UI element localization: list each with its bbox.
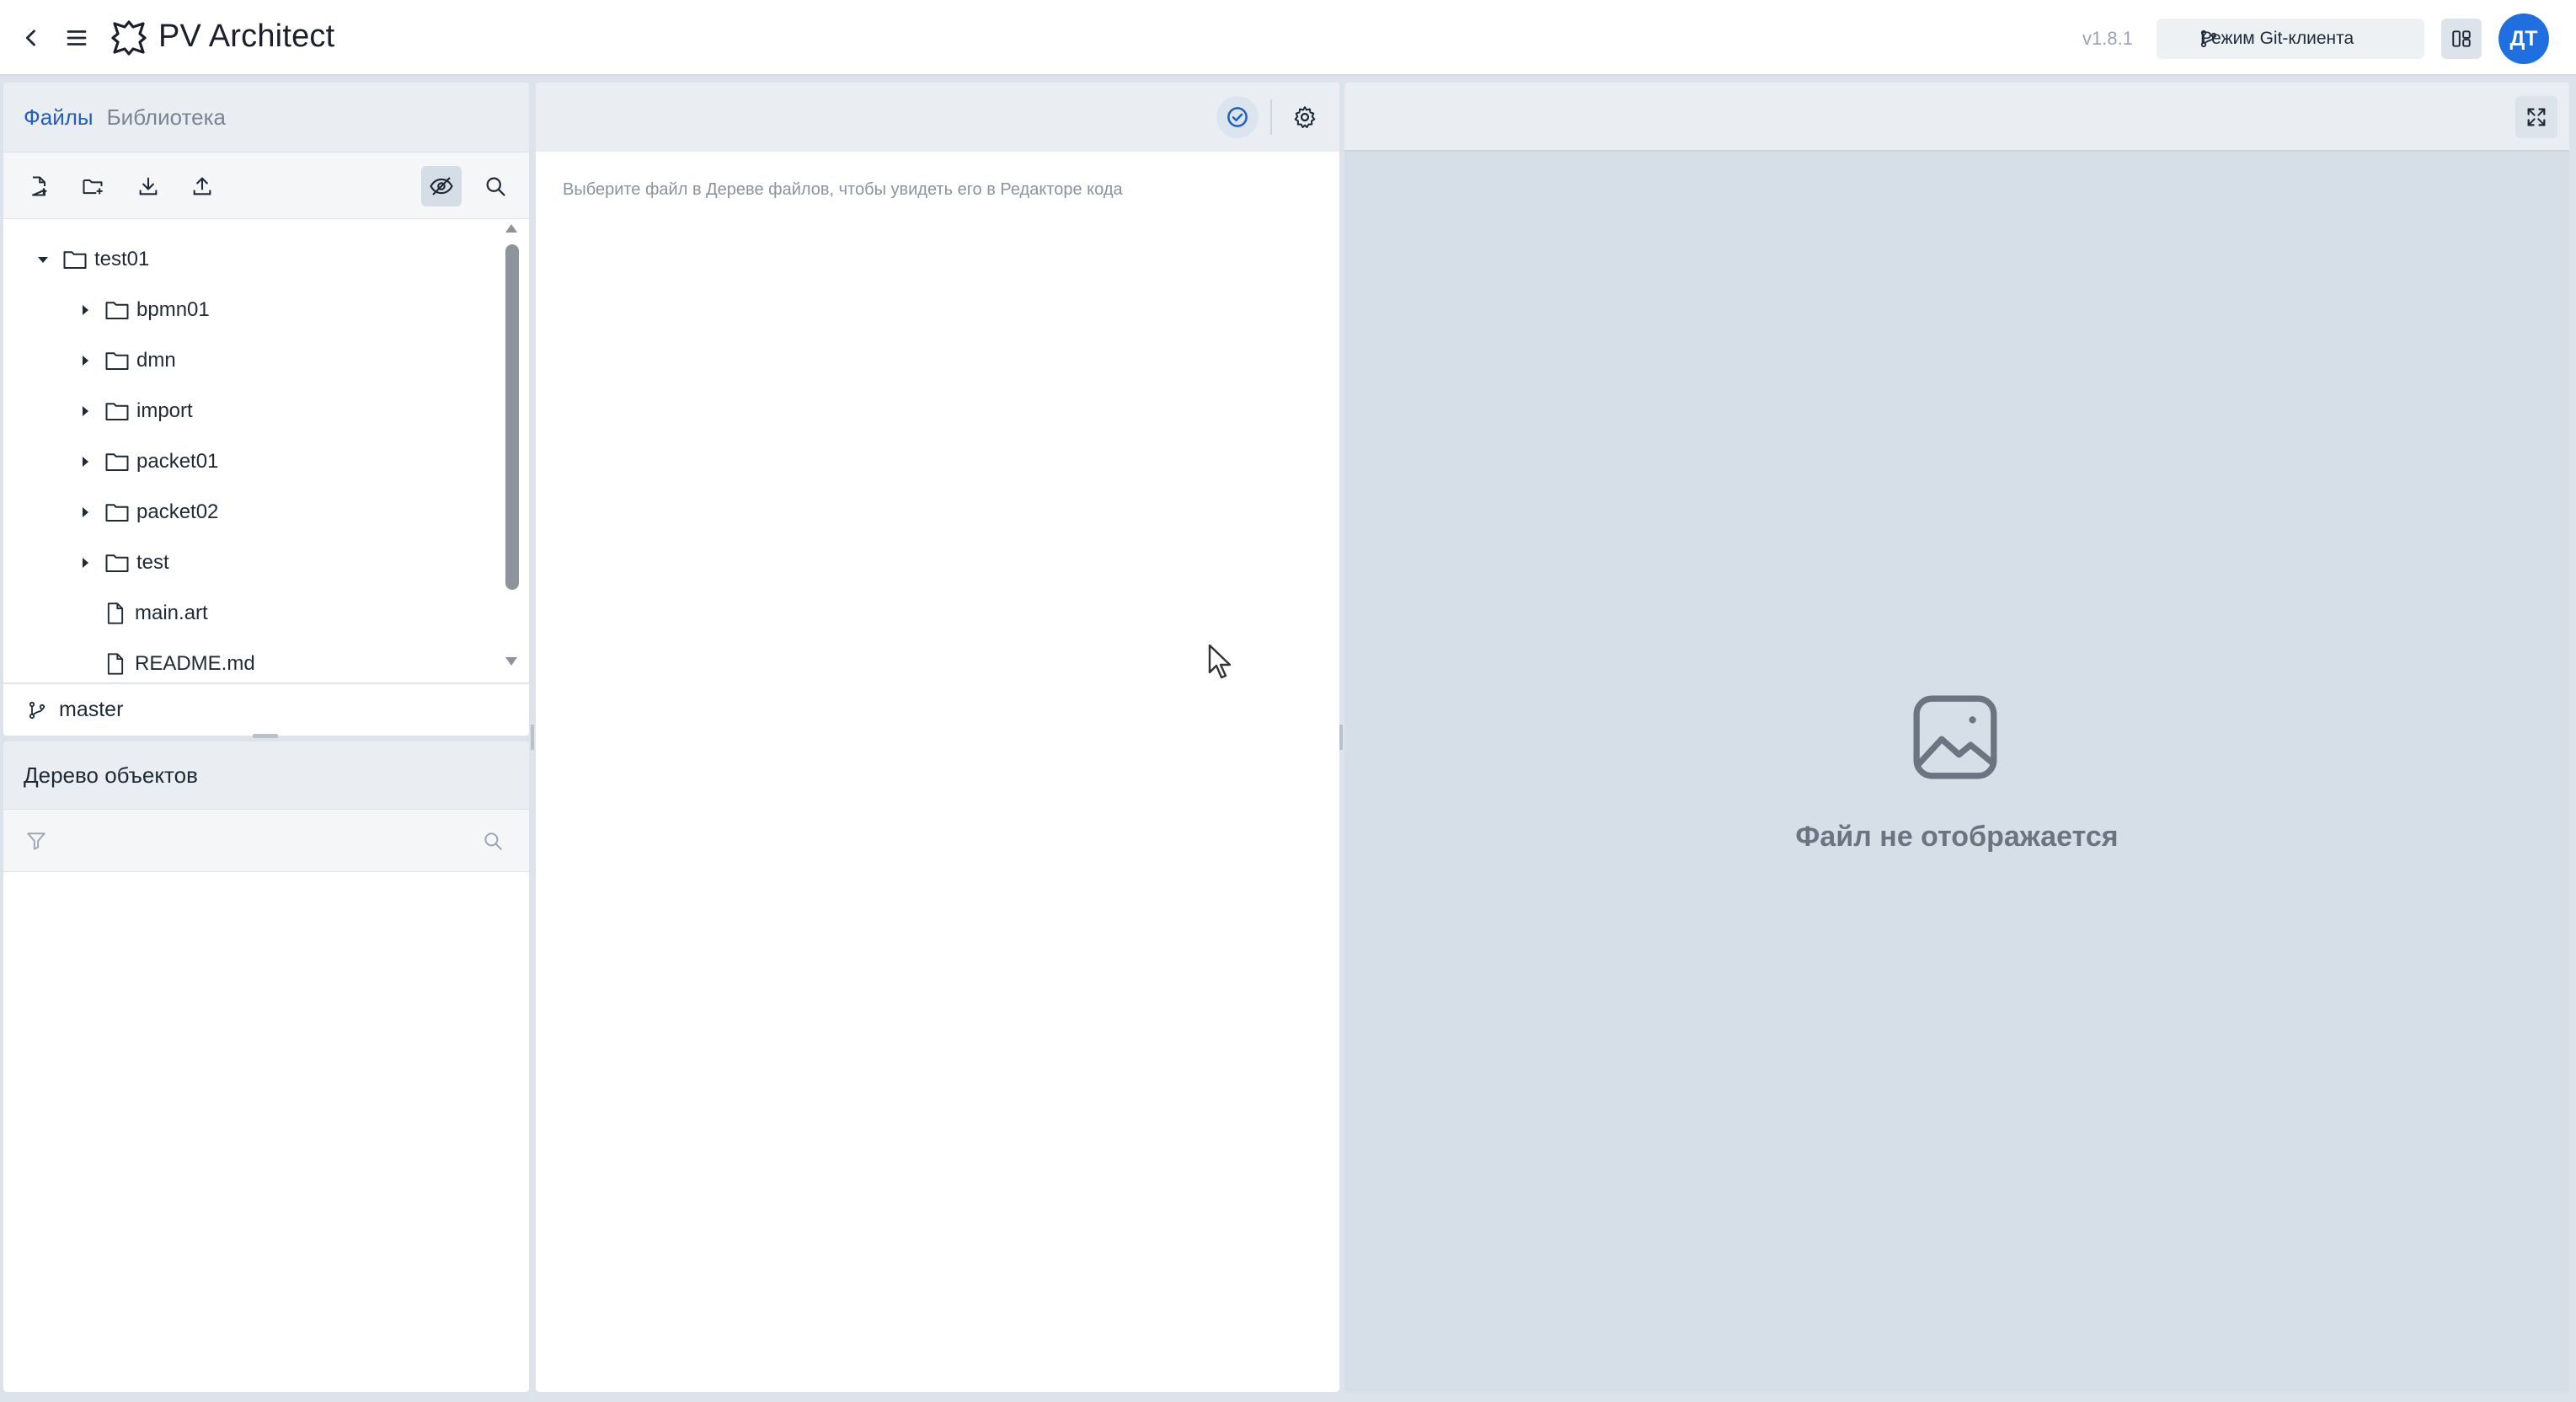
tree-item-label: import [136, 399, 193, 422]
fullscreen-button[interactable] [2515, 96, 2557, 138]
tab-library[interactable]: Библиотека [107, 104, 226, 131]
current-branch[interactable]: master [3, 682, 529, 736]
image-placeholder-icon [1913, 695, 1997, 779]
tree-item-label: dmn [136, 349, 176, 372]
tree-item-label: packet02 [136, 500, 219, 523]
preview-panel: Файл не отображается [1344, 83, 2569, 1392]
files-toolbar [3, 152, 529, 219]
tree-item-packet01[interactable]: packet01 [74, 438, 218, 485]
git-mode-button[interactable]: Режим Git-клиента [2156, 19, 2424, 59]
validate-button[interactable] [1216, 96, 1259, 138]
tree-item-label: packet01 [136, 450, 219, 473]
new-file-icon [32, 176, 47, 196]
editor-empty-hint: Выберите файл в Дереве файлов, чтобы уви… [563, 180, 1123, 199]
folder-icon [105, 352, 129, 370]
search-icon[interactable] [482, 830, 504, 852]
eye-off-icon [430, 177, 453, 195]
preview-empty-message: Файл не отображается [1795, 821, 2119, 853]
hamburger-menu-icon [67, 30, 87, 45]
layout-icon [2452, 30, 2471, 47]
upload-icon [193, 177, 211, 195]
tree-item-dmn[interactable]: dmn [74, 337, 176, 384]
caret-right-icon[interactable] [74, 501, 96, 523]
download-icon [139, 177, 158, 195]
caret-right-icon[interactable] [74, 400, 96, 422]
mouse-cursor-icon [1208, 644, 1232, 679]
back-button[interactable] [10, 17, 52, 59]
tree-item-label: test01 [94, 248, 150, 270]
layout-toggle-button[interactable] [2441, 19, 2482, 59]
menu-button[interactable] [56, 17, 98, 59]
tree-item-bpmn01[interactable]: bpmn01 [74, 286, 210, 334]
new-folder-button[interactable] [72, 166, 113, 206]
tree-item-label: bpmn01 [136, 298, 210, 321]
scrollbar-thumb[interactable] [505, 244, 519, 590]
scroll-down-icon[interactable] [505, 657, 517, 666]
object-tree-title: Дерево объектов [3, 741, 529, 809]
preview-toolbar [1344, 83, 2569, 152]
file-tree-scrollbar[interactable] [505, 219, 526, 682]
upload-button[interactable] [182, 166, 222, 206]
files-tabs: Файлы Библиотека [3, 83, 529, 152]
user-avatar[interactable]: ДТ [2499, 13, 2549, 64]
tree-item-test01[interactable]: test01 [32, 236, 149, 283]
files-panel: Файлы Библиотека test01 bpmn01 dmn impor… [3, 83, 529, 736]
branch-name: master [59, 698, 124, 721]
tree-item-label: main.art [135, 602, 208, 624]
vertical-splitter-right[interactable] [1339, 725, 1343, 750]
git-branch-icon [2200, 29, 2217, 48]
caret-right-icon[interactable] [74, 552, 96, 574]
editor-settings-button[interactable] [1284, 96, 1326, 138]
vertical-splitter-left[interactable] [531, 725, 534, 750]
folder-icon [63, 251, 87, 269]
scroll-up-icon[interactable] [505, 224, 517, 233]
toggle-hidden-files-button[interactable] [421, 166, 462, 206]
search-files-button[interactable] [475, 166, 516, 206]
filter-icon [27, 832, 45, 850]
caret-right-icon[interactable] [74, 451, 96, 473]
file-tree: test01 bpmn01 dmn import packet01 packet… [3, 219, 529, 682]
tree-item-readme[interactable]: README.md [104, 640, 255, 688]
tree-item-label: test [136, 551, 169, 574]
folder-icon [105, 453, 129, 471]
folder-icon [105, 554, 129, 572]
git-branch-icon [29, 701, 45, 719]
tree-item-import[interactable]: import [74, 388, 193, 435]
tree-item-packet02[interactable]: packet02 [74, 489, 218, 536]
caret-right-icon[interactable] [74, 299, 96, 321]
folder-icon [105, 302, 129, 319]
horizontal-splitter-handle[interactable] [253, 734, 278, 738]
app-title: PV Architect [158, 19, 335, 54]
caret-down-icon[interactable] [32, 249, 54, 270]
tree-item-label: README.md [135, 652, 255, 675]
object-filter-input[interactable] [57, 821, 462, 860]
tree-item-test[interactable]: test [74, 539, 169, 586]
chevron-left-icon [25, 29, 35, 46]
object-filter-row [3, 809, 529, 872]
caret-right-icon[interactable] [74, 350, 96, 372]
search-icon [486, 177, 505, 196]
object-tree-panel: Дерево объектов [3, 741, 529, 1392]
folder-icon [105, 403, 129, 420]
tab-files[interactable]: Файлы [24, 104, 94, 131]
git-mode-label: Режим Git-клиента [2200, 29, 2354, 48]
app-version: v1.8.1 [2082, 28, 2133, 49]
check-circle-icon [1227, 107, 1248, 127]
file-icon [107, 653, 124, 675]
new-folder-icon [83, 179, 103, 195]
expand-icon [2527, 108, 2546, 126]
new-file-button[interactable] [19, 166, 59, 206]
code-editor-panel: Выберите файл в Дереве файлов, чтобы уви… [536, 83, 1339, 1392]
download-button[interactable] [128, 166, 168, 206]
tree-item-main-art[interactable]: main.art [104, 590, 208, 637]
gear-icon [1294, 106, 1316, 128]
app-logo-icon [111, 20, 147, 56]
editor-toolbar [536, 83, 1339, 152]
toolbar-divider [1270, 99, 1272, 135]
file-icon [107, 602, 124, 624]
top-bar: PV Architect v1.8.1 Режим Git-клиента ДТ [0, 0, 2576, 76]
folder-icon [105, 504, 129, 522]
